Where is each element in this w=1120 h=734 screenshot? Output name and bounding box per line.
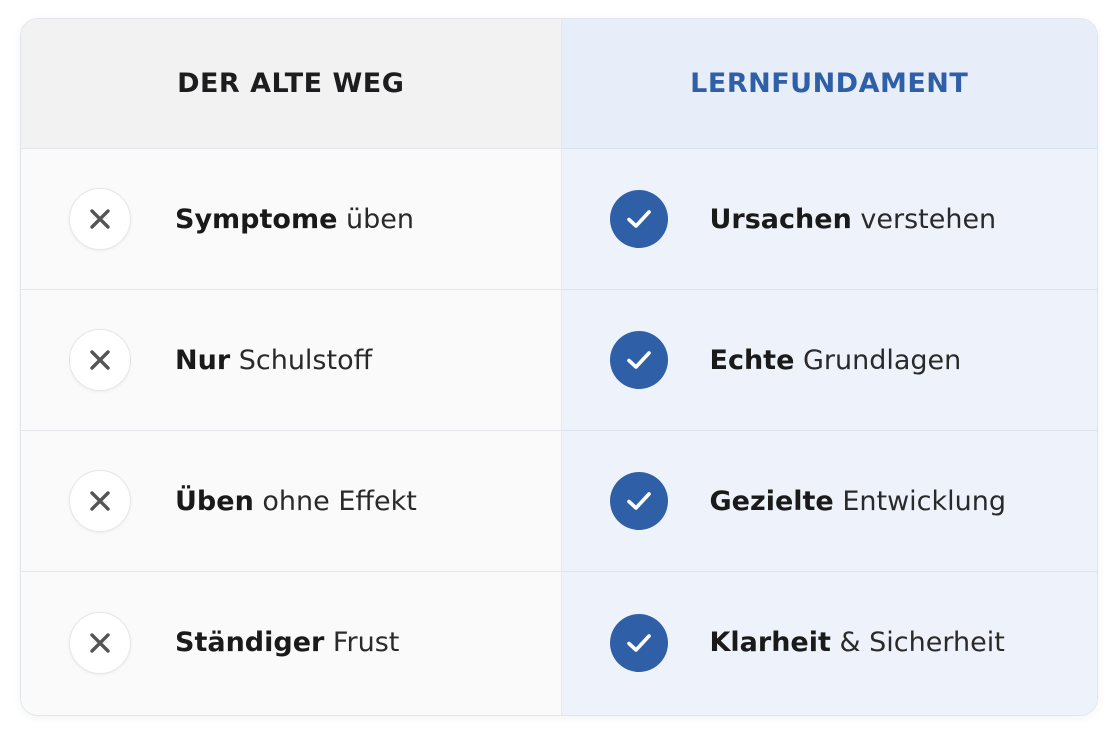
x-icon xyxy=(69,329,131,391)
lernfundament-label: Echte Grundlagen xyxy=(709,344,962,376)
lernfundament-row: Gezielte Entwicklung xyxy=(561,431,1097,572)
check-icon xyxy=(609,190,668,248)
check-icon xyxy=(609,331,668,389)
old-way-label: Ständiger Frust xyxy=(175,627,400,658)
lernfundament-label: Klarheit & Sicherheit xyxy=(709,627,1005,658)
old-way-row: Symptome üben xyxy=(21,149,561,290)
lernfundament-label: Gezielte Entwicklung xyxy=(709,485,1007,517)
old-way-row: Üben ohne Effekt xyxy=(21,431,561,572)
old-way-title: DER ALTE WEG xyxy=(177,68,405,99)
lernfundament-column: LERNFUNDAMENT Ursachen verstehen Echte G… xyxy=(561,19,1098,715)
old-way-row: Nur Schulstoff xyxy=(21,290,561,431)
lernfundament-row: Ursachen verstehen xyxy=(561,149,1097,290)
old-way-label: Nur Schulstoff xyxy=(175,344,373,376)
x-icon xyxy=(69,188,131,250)
comparison-card: DER ALTE WEG Symptome üben Nur Schulstof… xyxy=(20,18,1098,716)
old-way-row: Ständiger Frust xyxy=(21,572,561,713)
x-icon xyxy=(69,470,131,532)
lernfundament-title: LERNFUNDAMENT xyxy=(690,68,969,99)
old-way-label: Symptome üben xyxy=(175,203,414,235)
lernfundament-label: Ursachen verstehen xyxy=(709,203,997,235)
lernfundament-row: Klarheit & Sicherheit xyxy=(562,572,1098,713)
check-icon xyxy=(609,613,668,672)
old-way-column: DER ALTE WEG Symptome üben Nur Schulstof… xyxy=(21,19,562,715)
old-way-label: Üben ohne Effekt xyxy=(175,485,417,517)
lernfundament-header: LERNFUNDAMENT xyxy=(561,19,1097,149)
x-icon xyxy=(69,611,131,674)
old-way-header: DER ALTE WEG xyxy=(21,19,561,149)
check-icon xyxy=(609,472,668,530)
lernfundament-row: Echte Grundlagen xyxy=(561,290,1097,431)
